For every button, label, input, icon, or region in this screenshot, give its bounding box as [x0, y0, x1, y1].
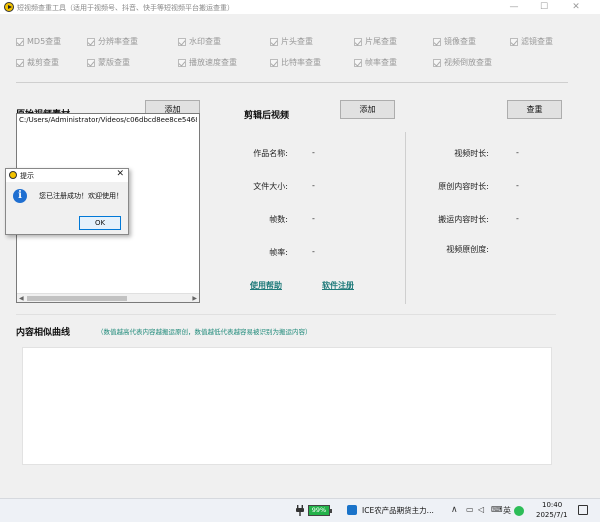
option-playback-speed[interactable]: 播放速度查重 [178, 57, 237, 68]
checkbox-icon [178, 37, 186, 46]
app-window-icon[interactable] [347, 505, 357, 515]
checkbox-icon [87, 58, 95, 67]
dialog-message: 您已注册成功！欢迎使用！ [39, 192, 123, 200]
value-title: - [312, 148, 315, 157]
taskbar: 99% ICE农产品期货主力... ∧ ▭ ◁ ⌨ 英 10:40 2025/7… [0, 498, 600, 522]
add-edited-button[interactable]: 添加 [340, 100, 395, 119]
checkbox-icon [433, 37, 441, 46]
info-icon: i [13, 189, 27, 203]
value-copied-duration: - [516, 214, 519, 223]
edited-heading: 剪辑后视频 [244, 111, 290, 121]
checkbox-icon [178, 58, 186, 67]
value-frame-rate: - [312, 247, 315, 256]
scroll-right-icon[interactable]: ▶ [192, 295, 197, 302]
checkbox-icon [433, 58, 441, 67]
value-duration: - [516, 148, 519, 157]
checkbox-icon [16, 58, 24, 67]
register-link[interactable]: 软件注册 [322, 280, 354, 291]
app-icon [9, 171, 17, 179]
option-md5[interactable]: MD5查重 [16, 36, 61, 47]
label-frame-count: 帧数: [269, 215, 288, 224]
horizontal-scrollbar[interactable]: ◀ ▶ [17, 293, 199, 302]
taskbar-app-label[interactable]: ICE农产品期货主力... [362, 505, 434, 516]
network-icon[interactable]: ▭ [466, 505, 474, 514]
similarity-heading: 内容相似曲线 [16, 328, 71, 338]
wechat-icon[interactable] [514, 506, 524, 516]
option-mask[interactable]: 蒙版查重 [87, 57, 130, 68]
label-original-duration: 原创内容时长: [438, 182, 489, 191]
checkbox-icon [270, 58, 278, 67]
dialog-close-icon[interactable]: ✕ [116, 169, 124, 179]
label-copied-duration: 搬运内容时长: [438, 215, 489, 224]
clock-date[interactable]: 2025/7/1 [536, 511, 567, 519]
close-button[interactable]: ✕ [564, 1, 588, 13]
language-indicator[interactable]: 英 [503, 505, 511, 516]
checkbox-icon [270, 37, 278, 46]
success-dialog: 提示 ✕ i 您已注册成功！欢迎使用！ OK [5, 168, 129, 235]
maximize-button[interactable]: ☐ [532, 1, 556, 13]
value-frame-count: - [312, 214, 315, 223]
option-intro[interactable]: 片头查重 [270, 36, 313, 47]
tray-chevron-up-icon[interactable]: ∧ [451, 505, 458, 515]
label-frame-rate: 帧率: [269, 248, 288, 257]
checkbox-icon [354, 58, 362, 67]
value-original-duration: - [516, 181, 519, 190]
option-crop[interactable]: 裁剪查重 [16, 57, 59, 68]
minimize-button[interactable]: — [502, 1, 526, 13]
divider [16, 82, 568, 83]
notification-icon[interactable] [578, 505, 588, 515]
checkbox-icon [354, 37, 362, 46]
ok-button[interactable]: OK [79, 216, 121, 230]
option-reverse[interactable]: 视频倒放查重 [433, 57, 492, 68]
check-button[interactable]: 查重 [507, 100, 562, 119]
option-framerate[interactable]: 帧率查重 [354, 57, 397, 68]
window-title: 短视频查重工具（适用于视频号、抖音、快手等短视频平台搬运查重） [17, 4, 234, 12]
option-mirror[interactable]: 镜像查重 [433, 36, 476, 47]
similarity-chart-area [22, 347, 552, 465]
scroll-thumb[interactable] [27, 296, 127, 301]
value-file-size: - [312, 181, 315, 190]
checkbox-icon [510, 37, 518, 46]
battery-indicator[interactable]: 99% [308, 505, 332, 516]
clock-time[interactable]: 10:40 [542, 501, 562, 509]
list-item[interactable]: C:/Users/Administrator/Videos/c06dbcd8ee… [19, 116, 197, 124]
option-bitrate[interactable]: 比特率查重 [270, 57, 321, 68]
divider [16, 314, 556, 315]
option-watermark[interactable]: 水印查重 [178, 36, 221, 47]
app-icon [4, 2, 14, 12]
title-bar: 短视频查重工具（适用于视频号、抖音、快手等短视频平台搬运查重） — ☐ ✕ [0, 0, 600, 14]
label-file-size: 文件大小: [253, 182, 288, 191]
scroll-left-icon[interactable]: ◀ [19, 295, 24, 302]
input-method-icon[interactable]: ⌨ [491, 505, 503, 514]
help-link[interactable]: 使用帮助 [250, 280, 282, 291]
similarity-hint: （数值越高代表内容越搬运原创，数值越低代表越容易被识别为搬运内容） [97, 328, 312, 336]
power-plug-icon [296, 505, 304, 516]
option-resolution[interactable]: 分辨率查重 [87, 36, 138, 47]
option-filter[interactable]: 滤镜查重 [510, 36, 553, 47]
checkbox-icon [16, 37, 24, 46]
label-originality: 视频原创度: [446, 245, 489, 254]
dialog-title: 提示 [20, 172, 34, 180]
option-outro[interactable]: 片尾查重 [354, 36, 397, 47]
checkbox-icon [87, 37, 95, 46]
volume-icon[interactable]: ◁ [478, 505, 484, 514]
label-title: 作品名称: [253, 149, 288, 158]
label-duration: 视频时长: [454, 149, 489, 158]
dialog-title-bar: 提示 ✕ [6, 169, 128, 182]
